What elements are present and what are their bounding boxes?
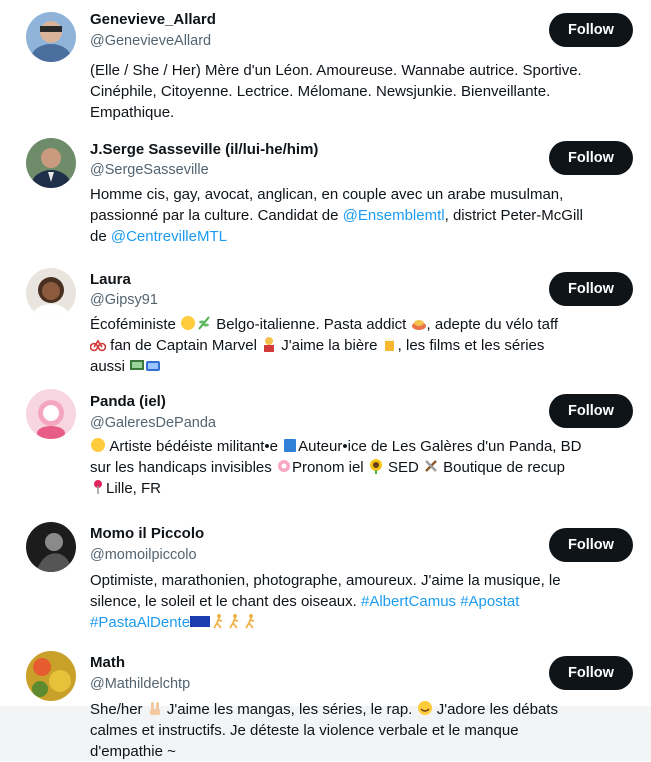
follow-button[interactable]: Follow bbox=[549, 13, 633, 47]
follow-button[interactable]: Follow bbox=[549, 656, 633, 690]
running-person-icon bbox=[242, 613, 258, 629]
mention-link[interactable]: @Ensemblemtl bbox=[343, 207, 445, 224]
book-icon bbox=[282, 437, 298, 453]
user-bio: (Elle / She / Her) Mère d'un Léon. Amour… bbox=[90, 62, 582, 121]
user-bio: Artiste bédéiste militant•e Auteur•ice d… bbox=[90, 437, 582, 497]
running-person-icon bbox=[226, 613, 242, 629]
follow-button[interactable]: Follow bbox=[549, 528, 633, 562]
sun-icon bbox=[180, 315, 196, 331]
location-pin-icon bbox=[90, 479, 106, 495]
beer-icon bbox=[382, 336, 398, 352]
film-icon bbox=[129, 357, 145, 373]
flower-icon bbox=[276, 458, 292, 474]
follow-button[interactable]: Follow bbox=[549, 394, 633, 428]
avatar[interactable] bbox=[26, 138, 76, 188]
mention-link[interactable]: @CentrevilleMTL bbox=[111, 228, 227, 245]
hashtag-link[interactable]: #PastaAlDente bbox=[90, 614, 190, 631]
tv-icon bbox=[145, 357, 161, 373]
display-name[interactable]: Panda (iel) bbox=[90, 393, 166, 411]
avatar[interactable] bbox=[26, 12, 76, 62]
user-handle[interactable]: @GaleresDePanda bbox=[90, 414, 216, 432]
follow-button[interactable]: Follow bbox=[549, 272, 633, 306]
avatar[interactable] bbox=[26, 268, 76, 318]
display-name[interactable]: Laura bbox=[90, 271, 131, 289]
user-handle[interactable]: @Gipsy91 bbox=[90, 291, 158, 309]
user-handle[interactable]: @momoilpiccolo bbox=[90, 546, 197, 564]
avatar[interactable] bbox=[26, 651, 76, 701]
hashtag-link[interactable]: #AlbertCamus #Apostat bbox=[361, 593, 519, 610]
avatar[interactable] bbox=[26, 389, 76, 439]
running-person-icon bbox=[210, 613, 226, 629]
display-name[interactable]: Genevieve_Allard bbox=[90, 11, 216, 29]
user-bio: Écoféministe Belgo-italienne. Pasta addi… bbox=[89, 315, 559, 375]
display-name[interactable]: Math bbox=[90, 654, 125, 672]
user-bio: Homme cis, gay, avocat, anglican, en cou… bbox=[90, 186, 583, 245]
user-bio: She/her J'aime les mangas, les séries, l… bbox=[90, 700, 558, 760]
eu-flag-icon bbox=[190, 613, 211, 629]
pasta-icon bbox=[411, 315, 427, 331]
user-handle[interactable]: @SergeSasseville bbox=[90, 161, 209, 179]
display-name[interactable]: J.Serge Sasseville (il/lui-he/him) bbox=[90, 141, 318, 159]
user-handle[interactable]: @Mathildelchtp bbox=[90, 675, 190, 693]
user-bio: Optimiste, marathonien, photographe, amo… bbox=[90, 572, 561, 631]
bicycle-icon bbox=[89, 336, 107, 352]
sunflower-icon bbox=[368, 458, 384, 474]
superhero-icon bbox=[261, 336, 277, 352]
display-name[interactable]: Momo il Piccolo bbox=[90, 525, 204, 543]
herb-icon bbox=[196, 315, 212, 331]
avatar[interactable] bbox=[26, 522, 76, 572]
tools-icon bbox=[423, 458, 439, 474]
grinning-face-icon bbox=[417, 700, 433, 716]
follow-button[interactable]: Follow bbox=[549, 141, 633, 175]
user-handle[interactable]: @GenevieveAllard bbox=[90, 32, 211, 50]
raised-hand-icon bbox=[90, 437, 106, 453]
victory-hand-icon bbox=[147, 700, 163, 716]
